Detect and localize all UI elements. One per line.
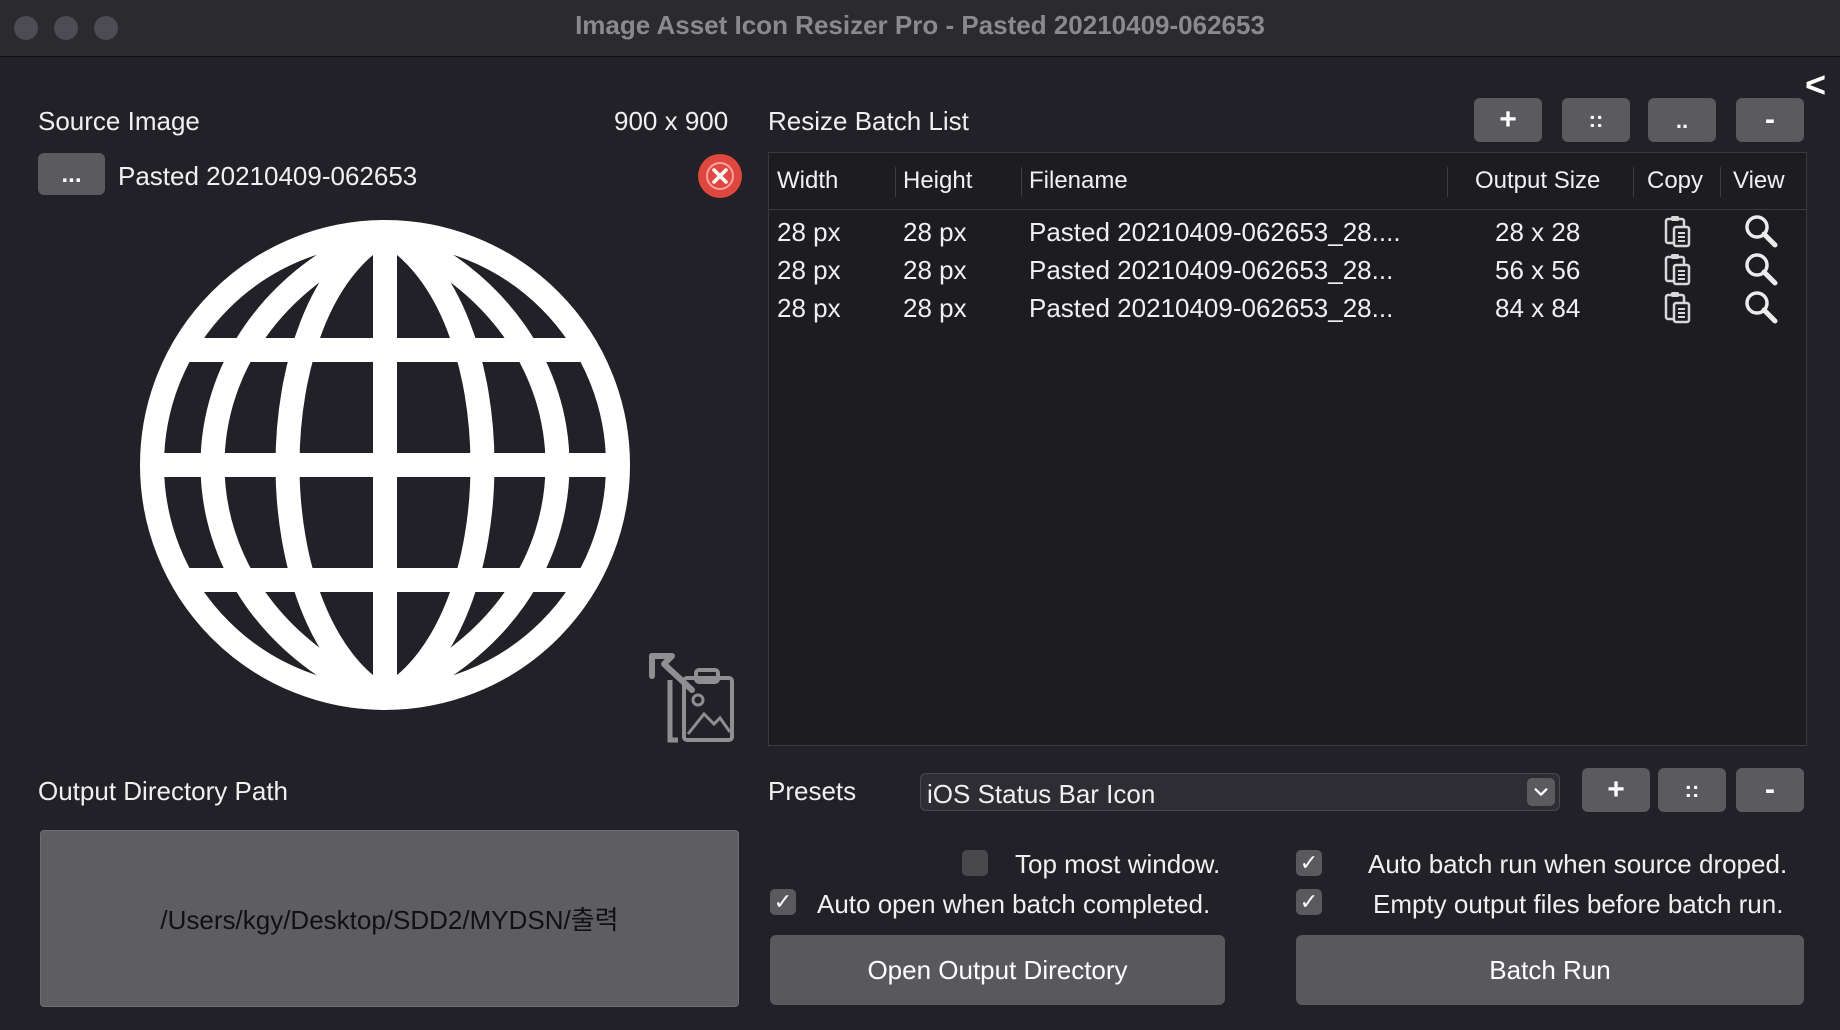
column-width[interactable]: Width (777, 167, 838, 195)
row-filename: Pasted 20210409-062653_28... (1029, 255, 1394, 285)
remove-preset-button[interactable]: - (1736, 768, 1804, 812)
add-preset-button[interactable]: + (1582, 768, 1650, 812)
presets-selected-value: iOS Status Bar Icon (927, 779, 1156, 809)
row-height: 28 px (903, 217, 967, 247)
presets-label: Presets (768, 776, 857, 806)
row-output-size: 28 x 28 (1495, 217, 1581, 247)
remove-batch-item-button[interactable]: - (1736, 98, 1804, 142)
source-image-preview-globe-icon (140, 220, 630, 710)
row-output-size: 84 x 84 (1495, 293, 1581, 323)
batch-run-button[interactable]: Batch Run (1296, 935, 1804, 1005)
table-row[interactable]: 28 px 28 px Pasted 20210409-062653_28...… (769, 289, 1806, 327)
empty-output-checkbox[interactable]: ✓ (1296, 889, 1322, 915)
view-search-icon[interactable] (1743, 289, 1779, 325)
title-bar: Image Asset Icon Resizer Pro - Pasted 20… (0, 0, 1840, 57)
browse-source-button[interactable]: ... (38, 153, 105, 195)
row-filename: Pasted 20210409-062653_28.... (1029, 217, 1401, 247)
grid-batch-button[interactable]: :: (1562, 98, 1630, 142)
auto-open-checkbox[interactable]: ✓ (770, 889, 796, 915)
auto-batch-run-label: Auto batch run when source droped. (1368, 849, 1788, 879)
batch-table: Width Height Filename Output Size Copy V… (768, 152, 1807, 746)
table-row[interactable]: 28 px 28 px Pasted 20210409-062653_28...… (769, 213, 1806, 251)
chevron-down-icon[interactable] (1527, 778, 1555, 806)
row-output-size: 56 x 56 (1495, 255, 1581, 285)
copy-icon[interactable] (1659, 251, 1695, 287)
column-output-size[interactable]: Output Size (1475, 167, 1600, 195)
top-most-window-checkbox[interactable] (962, 850, 988, 876)
column-height[interactable]: Height (903, 167, 972, 195)
paste-image-icon[interactable] (640, 650, 740, 746)
source-image-heading: Source Image (38, 106, 200, 136)
source-dimensions: 900 x 900 (614, 106, 729, 136)
row-width: 28 px (777, 217, 841, 247)
column-copy[interactable]: Copy (1647, 167, 1703, 195)
empty-output-label: Empty output files before batch run. (1373, 889, 1784, 919)
output-directory-heading: Output Directory Path (38, 776, 288, 806)
row-height: 28 px (903, 255, 967, 285)
batch-table-header: Width Height Filename Output Size Copy V… (769, 153, 1806, 210)
copy-icon[interactable] (1659, 213, 1695, 249)
add-batch-item-button[interactable]: + (1474, 98, 1542, 142)
collapse-panel-icon[interactable]: < (1805, 64, 1826, 106)
clear-source-icon[interactable] (697, 153, 743, 199)
output-directory-path-field[interactable]: /Users/kgy/Desktop/SDD2/MYDSN/출력 (40, 830, 739, 1007)
batch-list-heading: Resize Batch List (768, 106, 969, 136)
auto-open-label: Auto open when batch completed. (817, 889, 1211, 919)
app-window: Image Asset Icon Resizer Pro - Pasted 20… (0, 0, 1840, 1030)
source-filename: Pasted 20210409-062653 (118, 161, 418, 191)
dots-batch-button[interactable]: .. (1648, 98, 1716, 142)
auto-batch-run-checkbox[interactable]: ✓ (1296, 850, 1322, 876)
view-search-icon[interactable] (1743, 251, 1779, 287)
row-width: 28 px (777, 255, 841, 285)
row-height: 28 px (903, 293, 967, 323)
open-output-directory-button[interactable]: Open Output Directory (770, 935, 1225, 1005)
row-filename: Pasted 20210409-062653_28... (1029, 293, 1394, 323)
copy-icon[interactable] (1659, 289, 1695, 325)
column-filename[interactable]: Filename (1029, 167, 1128, 195)
presets-select[interactable]: iOS Status Bar Icon (920, 773, 1560, 811)
grid-preset-button[interactable]: :: (1658, 768, 1726, 812)
row-width: 28 px (777, 293, 841, 323)
view-search-icon[interactable] (1743, 213, 1779, 249)
top-most-window-label: Top most window. (1015, 849, 1221, 879)
column-view[interactable]: View (1733, 167, 1785, 195)
window-title: Image Asset Icon Resizer Pro - Pasted 20… (575, 10, 1265, 40)
output-directory-path-text: /Users/kgy/Desktop/SDD2/MYDSN/출력 (160, 905, 619, 935)
table-row[interactable]: 28 px 28 px Pasted 20210409-062653_28...… (769, 251, 1806, 289)
